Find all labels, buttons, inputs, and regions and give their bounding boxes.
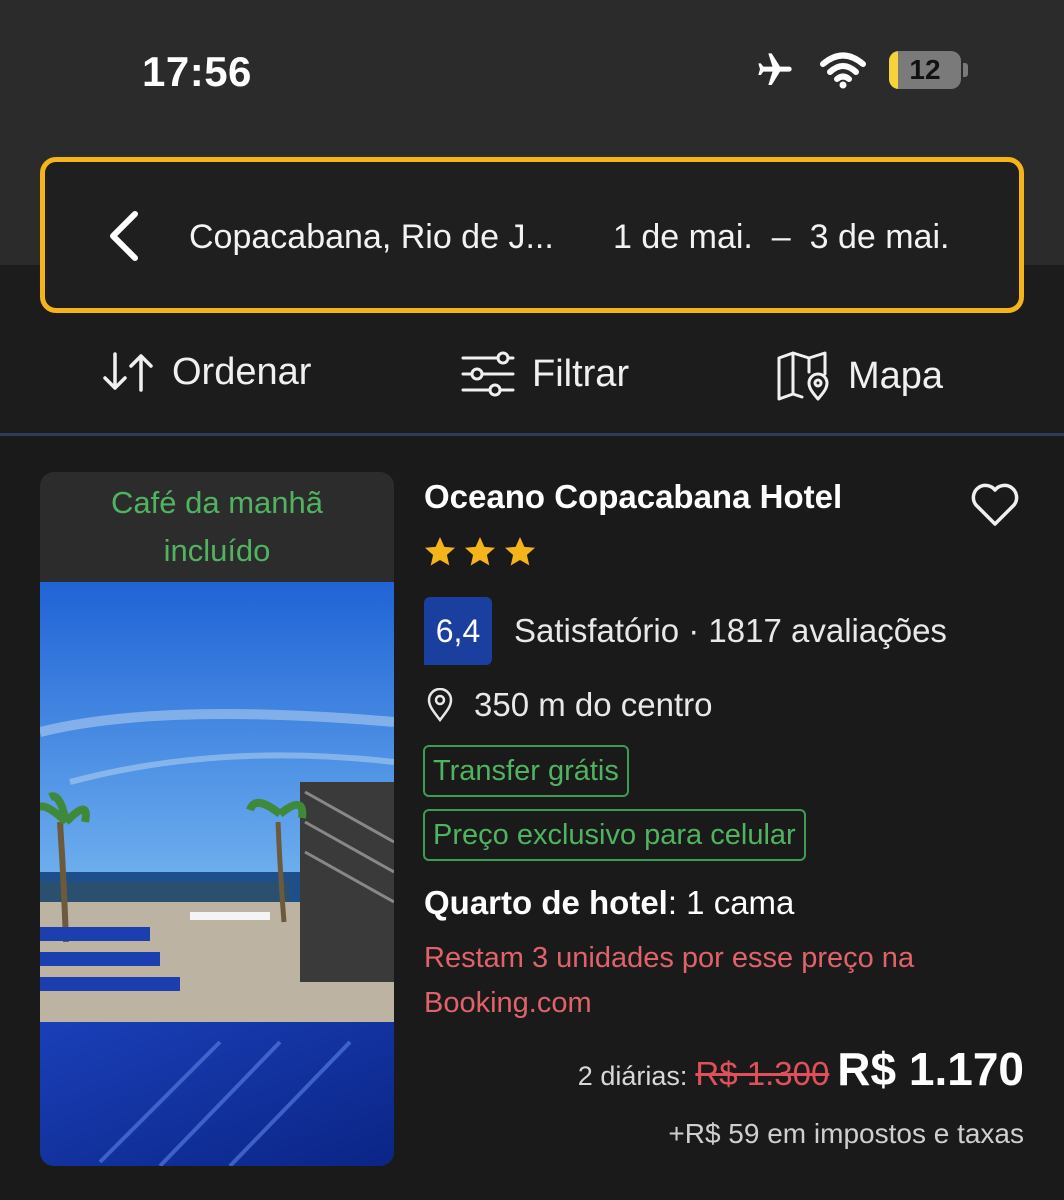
destination-text[interactable]: Copacabana, Rio de J... [189,218,554,257]
star-icon [465,537,495,566]
location-pin-icon [427,688,453,722]
old-price: R$ 1.300 [695,1055,830,1092]
sliders-icon [461,351,515,397]
hotel-image [40,582,394,1166]
review-summary: Satisfatório · 1817 avaliações [514,612,947,649]
battery-tip [963,63,968,77]
filter-button[interactable]: Filtrar [460,350,629,398]
wifi-icon [820,52,866,89]
back-chevron-icon[interactable] [101,206,149,266]
map-icon [777,351,829,401]
current-price: R$ 1.170 [837,1043,1024,1095]
map-button[interactable]: Mapa [776,350,943,402]
heart-icon[interactable] [968,480,1022,528]
review-score-badge: 6,4 [424,597,492,665]
distance-info: 350 m do centro [426,686,712,724]
hotel-name[interactable]: Oceano Copacabana Hotel [424,478,842,516]
date-range[interactable]: 1 de mai. – 3 de mai. [613,218,949,257]
status-icons: 12 [753,50,968,90]
sort-arrows-icon [103,352,153,392]
star-icon [425,537,455,566]
status-time: 17:56 [142,48,252,95]
price-row: 2 diárias: R$ 1.300 R$ 1.170 [578,1042,1024,1096]
breakfast-badge: Café da manhã incluído [111,485,323,568]
hotel-photo[interactable]: Café da manhã incluído [40,472,394,1166]
battery-icon: 12 [889,51,961,89]
star-rating [422,534,538,570]
room-info: Quarto de hotel: 1 cama [424,884,795,921]
star-icon [505,537,535,566]
transfer-tag: Transfer grátis [423,745,629,797]
mobile-price-tag: Preço exclusivo para celular [423,809,806,861]
map-label: Mapa [848,354,944,397]
search-summary[interactable]: Copacabana, Rio de J... 1 de mai. – 3 de… [40,157,1024,313]
availability-warning: Restam 3 unidades por esse preço na Book… [424,942,915,1019]
sort-button[interactable]: Ordenar [100,350,311,394]
nights-label: 2 diárias: [577,1061,688,1091]
sort-label: Ordenar [172,350,312,393]
filter-label: Filtrar [532,352,630,395]
airplane-icon [758,53,792,85]
taxes-note: +R$ 59 em impostos e taxas [668,1118,1024,1149]
